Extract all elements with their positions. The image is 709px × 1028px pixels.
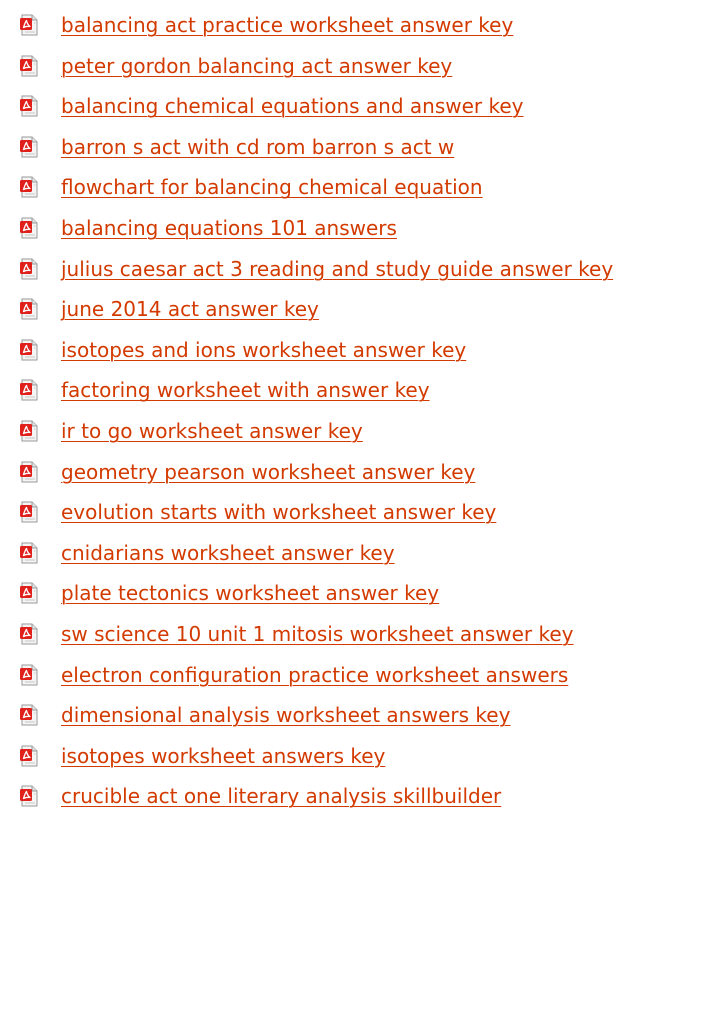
document-link[interactable]: balancing chemical equations and answer … — [61, 94, 524, 118]
document-link[interactable]: plate tectonics worksheet answer key — [61, 581, 439, 605]
document-link[interactable]: geometry pearson worksheet answer key — [61, 460, 475, 484]
pdf-file-icon — [19, 258, 39, 280]
list-item: electron configuration practice workshee… — [0, 655, 709, 695]
list-item: flowchart for balancing chemical equatio… — [0, 167, 709, 207]
document-link[interactable]: balancing equations 101 answers — [61, 216, 397, 240]
pdf-file-icon — [19, 582, 39, 604]
pdf-file-icon — [19, 217, 39, 239]
pdf-file-icon — [19, 176, 39, 198]
pdf-file-icon — [19, 55, 39, 77]
list-item: evolution starts with worksheet answer k… — [0, 492, 709, 532]
list-item: june 2014 act answer key — [0, 289, 709, 329]
list-item: balancing equations 101 answers — [0, 208, 709, 248]
document-link[interactable]: barron s act with cd rom barron s act w — [61, 135, 454, 159]
pdf-file-icon — [19, 785, 39, 807]
pdf-file-icon — [19, 95, 39, 117]
list-item: dimensional analysis worksheet answers k… — [0, 695, 709, 735]
document-link[interactable]: factoring worksheet with answer key — [61, 378, 430, 402]
pdf-file-icon — [19, 298, 39, 320]
pdf-file-icon — [19, 461, 39, 483]
document-link[interactable]: ir to go worksheet answer key — [61, 419, 363, 443]
document-link[interactable]: june 2014 act answer key — [61, 297, 319, 321]
document-link[interactable]: isotopes worksheet answers key — [61, 744, 385, 768]
pdf-file-icon — [19, 542, 39, 564]
list-item: balancing act practice worksheet answer … — [0, 5, 709, 45]
list-item: plate tectonics worksheet answer key — [0, 573, 709, 613]
list-item: sw science 10 unit 1 mitosis worksheet a… — [0, 614, 709, 654]
document-link[interactable]: isotopes and ions worksheet answer key — [61, 338, 466, 362]
document-link[interactable]: peter gordon balancing act answer key — [61, 54, 452, 78]
list-item: isotopes and ions worksheet answer key — [0, 330, 709, 370]
pdf-file-icon — [19, 745, 39, 767]
pdf-file-icon — [19, 136, 39, 158]
document-link[interactable]: julius caesar act 3 reading and study gu… — [61, 257, 613, 281]
pdf-file-icon — [19, 379, 39, 401]
pdf-file-icon — [19, 704, 39, 726]
list-item: isotopes worksheet answers key — [0, 736, 709, 776]
document-link[interactable]: cnidarians worksheet answer key — [61, 541, 395, 565]
document-link[interactable]: flowchart for balancing chemical equatio… — [61, 175, 483, 199]
pdf-file-icon — [19, 664, 39, 686]
list-item: geometry pearson worksheet answer key — [0, 452, 709, 492]
list-item: factoring worksheet with answer key — [0, 370, 709, 410]
list-item: peter gordon balancing act answer key — [0, 46, 709, 86]
list-item: crucible act one literary analysis skill… — [0, 776, 709, 816]
document-link[interactable]: evolution starts with worksheet answer k… — [61, 500, 496, 524]
list-item: balancing chemical equations and answer … — [0, 86, 709, 126]
list-item: barron s act with cd rom barron s act w — [0, 127, 709, 167]
pdf-file-icon — [19, 420, 39, 442]
list-item: cnidarians worksheet answer key — [0, 533, 709, 573]
pdf-file-icon — [19, 14, 39, 36]
document-link[interactable]: sw science 10 unit 1 mitosis worksheet a… — [61, 622, 574, 646]
document-link[interactable]: dimensional analysis worksheet answers k… — [61, 703, 510, 727]
list-item: ir to go worksheet answer key — [0, 411, 709, 451]
pdf-file-icon — [19, 623, 39, 645]
pdf-file-icon — [19, 339, 39, 361]
document-link[interactable]: crucible act one literary analysis skill… — [61, 784, 501, 808]
list-item: julius caesar act 3 reading and study gu… — [0, 249, 709, 289]
pdf-file-icon — [19, 501, 39, 523]
document-link[interactable]: balancing act practice worksheet answer … — [61, 13, 513, 37]
document-link[interactable]: electron configuration practice workshee… — [61, 663, 568, 687]
